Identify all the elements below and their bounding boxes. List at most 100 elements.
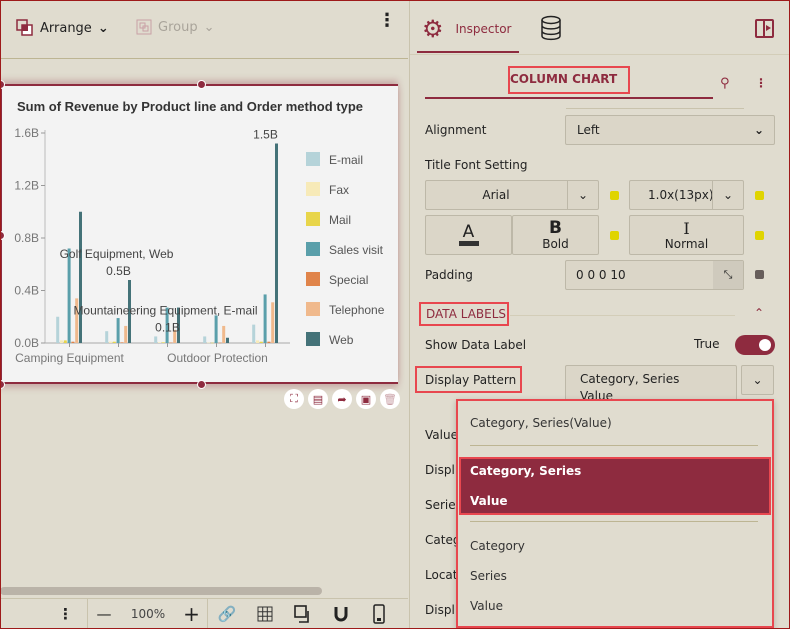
legend-swatch — [306, 152, 320, 166]
dropdown-option[interactable]: Value — [470, 599, 503, 613]
legend-label: E-mail — [329, 153, 363, 167]
data-label-value: 0.1B — [155, 320, 180, 334]
resize-handle[interactable] — [197, 80, 206, 89]
search-icon[interactable]: ⚲ — [720, 76, 730, 91]
font-family-select[interactable]: Arial ⌄ — [425, 180, 599, 210]
font-style-indicator — [610, 231, 619, 240]
bar-mail — [210, 342, 214, 344]
show-data-label-toggle[interactable] — [735, 335, 775, 355]
bar-mail — [63, 340, 67, 343]
link-icon[interactable]: 🔗 — [208, 599, 246, 629]
display-label: Displ — [425, 463, 455, 477]
legend-label: Telephone — [329, 303, 385, 317]
x-tick-label: Camping Equipment — [15, 351, 124, 365]
display-pattern-dropdown-button[interactable]: ⌄ — [741, 365, 774, 395]
bar-fax — [256, 340, 259, 343]
tab-data[interactable] — [540, 15, 562, 44]
font-color-button[interactable]: A — [425, 215, 512, 255]
tab-inspector[interactable]: ⚙ Inspector — [422, 15, 512, 43]
bar-telephone — [222, 325, 226, 343]
tab-inspector-label: Inspector — [455, 22, 512, 36]
dropdown-option[interactable]: Series — [470, 569, 507, 583]
more-options-icon[interactable]: ⋮ — [0, 599, 88, 629]
padding-input[interactable]: 0 0 0 10 ⤡ — [565, 260, 744, 290]
bar-sales-visit — [214, 315, 218, 343]
legend-label: Special — [329, 273, 368, 287]
legend-swatch — [306, 332, 320, 346]
mobile-icon[interactable] — [360, 599, 398, 629]
dropdown-option[interactable]: Category — [470, 539, 525, 553]
font-family-value: Arial — [482, 188, 510, 202]
bar-e-mail — [203, 336, 207, 343]
group-icon — [136, 19, 152, 35]
legend-label: Fax — [329, 183, 349, 197]
collapse-panel-icon[interactable] — [755, 19, 774, 38]
chevron-down-icon[interactable]: ⌄ — [567, 181, 598, 209]
arrange-icon — [16, 19, 33, 36]
bar-fax — [60, 340, 63, 343]
active-tab-indicator — [417, 51, 519, 53]
bold-label: Bold — [542, 236, 569, 251]
highlight-box — [508, 66, 630, 94]
value-label: Value — [425, 428, 458, 442]
bar-sales-visit — [67, 248, 71, 343]
more-options-icon[interactable]: ⋮ — [378, 12, 396, 30]
chevron-up-icon[interactable]: ⌃ — [754, 306, 764, 320]
save-icon[interactable]: ▣ — [356, 389, 376, 409]
display-pattern-dropdown: Category, Series(Value) Category, Series… — [456, 399, 774, 628]
y-tick-label: 1.6B — [14, 126, 39, 140]
y-tick-label: 0.0B — [14, 336, 39, 350]
legend-swatch — [306, 272, 320, 286]
expand-icon[interactable]: ⛶ — [284, 389, 304, 409]
italic-button[interactable]: I Normal — [629, 215, 744, 255]
bar-mail — [259, 341, 263, 343]
bar-sales-visit — [116, 318, 120, 343]
delete-icon[interactable]: 🗑 — [380, 389, 400, 409]
zoom-out-button[interactable]: — — [88, 599, 120, 629]
resize-handle[interactable] — [197, 380, 206, 389]
highlight-box — [415, 366, 522, 393]
expand-icon[interactable]: ⤡ — [713, 261, 743, 289]
show-data-label-value: True — [694, 337, 720, 351]
y-tick-label: 0.4B — [14, 284, 39, 298]
legend-swatch — [306, 182, 320, 196]
data-label-value: 0.5B — [106, 264, 131, 278]
chevron-down-icon[interactable]: ⌄ — [712, 181, 743, 209]
font-family-indicator — [610, 191, 619, 200]
bar-fax — [158, 342, 161, 343]
share-icon[interactable]: ➦ — [332, 389, 352, 409]
display-pattern-select[interactable]: Category, Series Value — [565, 365, 737, 401]
bar-e-mail — [252, 324, 256, 343]
font-size-indicator — [755, 191, 764, 200]
more-options-icon[interactable]: ⋮ — [755, 76, 767, 90]
arrange-menu[interactable]: Arrange ⌄ — [16, 19, 109, 37]
y-tick-label: 1.2B — [14, 179, 39, 193]
chevron-down-icon: ⌄ — [752, 373, 763, 387]
group-menu[interactable]: Group ⌄ — [136, 19, 214, 35]
legend-label: Web — [329, 333, 354, 347]
chart-widget[interactable]: Sum of Revenue by Product line and Order… — [0, 84, 398, 384]
padding-value: 0 0 0 10 — [576, 268, 626, 282]
grid-icon[interactable] — [246, 599, 284, 629]
legend-swatch — [306, 212, 320, 226]
bold-icon: B — [549, 217, 562, 238]
comment-icon[interactable]: ▤ — [308, 389, 328, 409]
data-label-value: 1.5B — [253, 128, 278, 142]
display-label: Displ — [425, 603, 455, 617]
zoom-in-button[interactable]: + — [176, 599, 208, 629]
dropdown-option[interactable]: Category, Series(Value) — [470, 416, 612, 430]
font-size-value: 1.0x(13px) — [648, 188, 714, 202]
italic-indicator — [755, 231, 764, 240]
bar-special — [267, 341, 271, 343]
bar-web — [275, 143, 278, 343]
zoom-level: 100% — [130, 607, 166, 621]
horizontal-scrollbar[interactable] — [0, 587, 322, 595]
layers-icon[interactable] — [284, 599, 322, 629]
magnet-icon[interactable] — [322, 599, 360, 629]
display-pattern-value: Category, Series — [580, 372, 680, 386]
bar-telephone — [271, 302, 275, 343]
dropdown-option-selected[interactable]: Category, Series Value — [459, 457, 771, 515]
alignment-select[interactable]: Left ⌄ — [565, 115, 775, 145]
bold-button[interactable]: B Bold — [512, 215, 599, 255]
font-size-select[interactable]: 1.0x(13px) ⌄ — [629, 180, 744, 210]
